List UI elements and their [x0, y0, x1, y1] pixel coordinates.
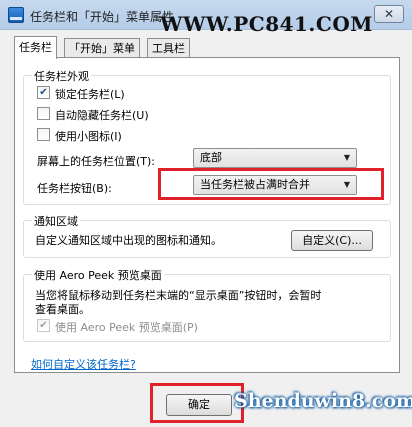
taskbar-location-select[interactable]: 底部 ▼	[193, 148, 357, 168]
highlight-box-taskbar-buttons	[158, 168, 384, 200]
checkmark-icon: ✔	[39, 87, 48, 98]
window-title: 任务栏和「开始」菜单属性	[30, 10, 175, 24]
tab-start-menu[interactable]: 「开始」菜单	[64, 38, 140, 58]
aero-peek-group-title: 使用 Aero Peek 预览桌面	[32, 267, 164, 283]
tab-toolbars[interactable]: 工具栏	[147, 38, 190, 58]
appearance-group-title: 任务栏外观	[32, 68, 91, 84]
watermark-bottom: Shenduwin8.com	[234, 390, 412, 412]
taskbar-location-label: 屏幕上的任务栏位置(T):	[37, 155, 156, 168]
checkmark-icon: ✔	[39, 320, 48, 331]
aero-peek-checkbox[interactable]: ✔	[37, 319, 50, 332]
tab-taskbar[interactable]: 任务栏	[14, 36, 57, 59]
chevron-down-icon: ▼	[343, 153, 350, 162]
autohide-taskbar-checkbox[interactable]	[37, 107, 50, 120]
aero-peek-description-line2: 查看桌面。	[35, 303, 90, 316]
notification-description: 自定义通知区域中出现的图标和通知。	[35, 234, 222, 247]
lock-taskbar-label: 锁定任务栏(L)	[55, 88, 125, 101]
autohide-taskbar-label: 自动隐藏任务栏(U)	[55, 109, 149, 122]
customize-button[interactable]: 自定义(C)...	[291, 230, 373, 251]
watermark-top: WWW.PC841.COM	[160, 12, 373, 36]
notification-group-title: 通知区域	[32, 213, 80, 229]
taskbar-tab-panel: 任务栏外观 ✔ 锁定任务栏(L) 自动隐藏任务栏(U) 使用小图标(I) 屏幕上…	[14, 57, 400, 373]
taskbar-properties-icon	[8, 7, 24, 23]
small-icons-label: 使用小图标(I)	[55, 130, 122, 143]
aero-peek-checkbox-label: 使用 Aero Peek 预览桌面(P)	[55, 321, 198, 334]
highlight-box-ok	[150, 383, 244, 423]
taskbar-buttons-label: 任务栏按钮(B):	[37, 182, 112, 195]
customize-help-link[interactable]: 如何自定义该任务栏?	[31, 356, 136, 372]
small-icons-checkbox[interactable]	[37, 128, 50, 141]
taskbar-location-value: 底部	[200, 151, 222, 164]
lock-taskbar-checkbox[interactable]: ✔	[37, 86, 50, 99]
close-button[interactable]: ✕	[374, 5, 404, 23]
